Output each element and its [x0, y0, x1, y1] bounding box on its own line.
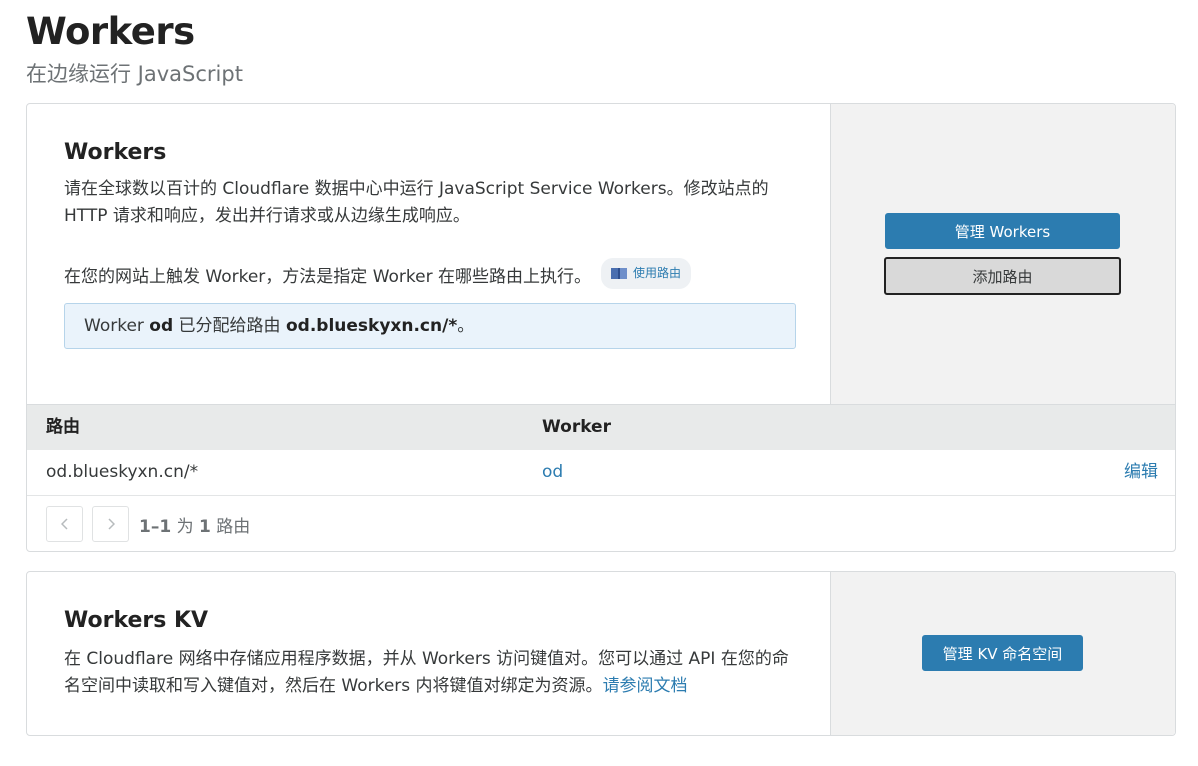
- use-routes-link[interactable]: 使用路由: [601, 258, 692, 289]
- manage-kv-namespaces-button[interactable]: 管理 KV 命名空间: [922, 635, 1083, 671]
- info-suffix: 。: [457, 316, 475, 336]
- add-route-button[interactable]: 添加路由: [884, 257, 1121, 295]
- next-page-button[interactable]: [92, 506, 129, 542]
- workers-actions-panel: 管理 Workers 添加路由: [830, 104, 1175, 404]
- pagination-summary: 1–1 为 1 路由: [139, 512, 250, 537]
- info-worker-name: od: [149, 316, 174, 336]
- pagination: 1–1 为 1 路由: [46, 505, 250, 543]
- pagination-total: 1: [198, 516, 211, 537]
- pagination-range: 1–1: [139, 516, 172, 537]
- info-prefix: Worker: [84, 316, 150, 336]
- kv-heading: Workers KV: [64, 608, 209, 633]
- page-title: Workers: [26, 10, 195, 53]
- prev-page-button[interactable]: [46, 506, 83, 542]
- page-subtitle: 在边缘运行 JavaScript: [26, 62, 243, 86]
- column-header-route: 路由: [46, 417, 80, 437]
- book-icon: [611, 268, 627, 279]
- pagination-of: 为: [176, 516, 194, 537]
- worker-link[interactable]: od: [542, 450, 563, 494]
- table-row: od.blueskyxn.cn/* od 编辑: [27, 450, 1175, 496]
- workers-card: 管理 Workers 添加路由 Workers 请在全球数以百计的 Cloudf…: [26, 103, 1176, 552]
- kv-actions-panel: 管理 KV 命名空间: [830, 572, 1175, 735]
- workers-description: 请在全球数以百计的 Cloudflare 数据中心中运行 JavaScript …: [64, 179, 769, 226]
- edit-route-link[interactable]: 编辑: [1124, 450, 1158, 494]
- route-assignment-info: Worker od 已分配给路由 od.blueskyxn.cn/*。: [64, 303, 796, 349]
- info-route: od.blueskyxn.cn/*: [285, 316, 458, 336]
- manage-workers-button[interactable]: 管理 Workers: [885, 213, 1120, 249]
- kv-description-block: 在 Cloudflare 网络中存储应用程序数据，并从 Workers 访问键值…: [64, 646, 804, 700]
- info-middle: 已分配给路由: [173, 316, 286, 336]
- docs-link[interactable]: 请参阅文档: [603, 676, 688, 696]
- use-routes-label: 使用路由: [633, 266, 682, 280]
- column-header-worker: Worker: [542, 417, 611, 437]
- workers-kv-card: 管理 KV 命名空间 Workers KV 在 Cloudflare 网络中存储…: [26, 571, 1176, 736]
- trigger-text: 在您的网站上触发 Worker，方法是指定 Worker 在哪些路由上执行。: [64, 267, 591, 287]
- workers-heading: Workers: [64, 140, 167, 165]
- routes-table-header: 路由 Worker: [27, 404, 1175, 450]
- chevron-right-icon: [107, 518, 115, 530]
- route-cell: od.blueskyxn.cn/*: [46, 462, 199, 482]
- trigger-text-line: 在您的网站上触发 Worker，方法是指定 Worker 在哪些路由上执行。 使用…: [64, 258, 804, 291]
- pagination-unit: 路由: [216, 516, 251, 537]
- chevron-left-icon: [60, 518, 68, 530]
